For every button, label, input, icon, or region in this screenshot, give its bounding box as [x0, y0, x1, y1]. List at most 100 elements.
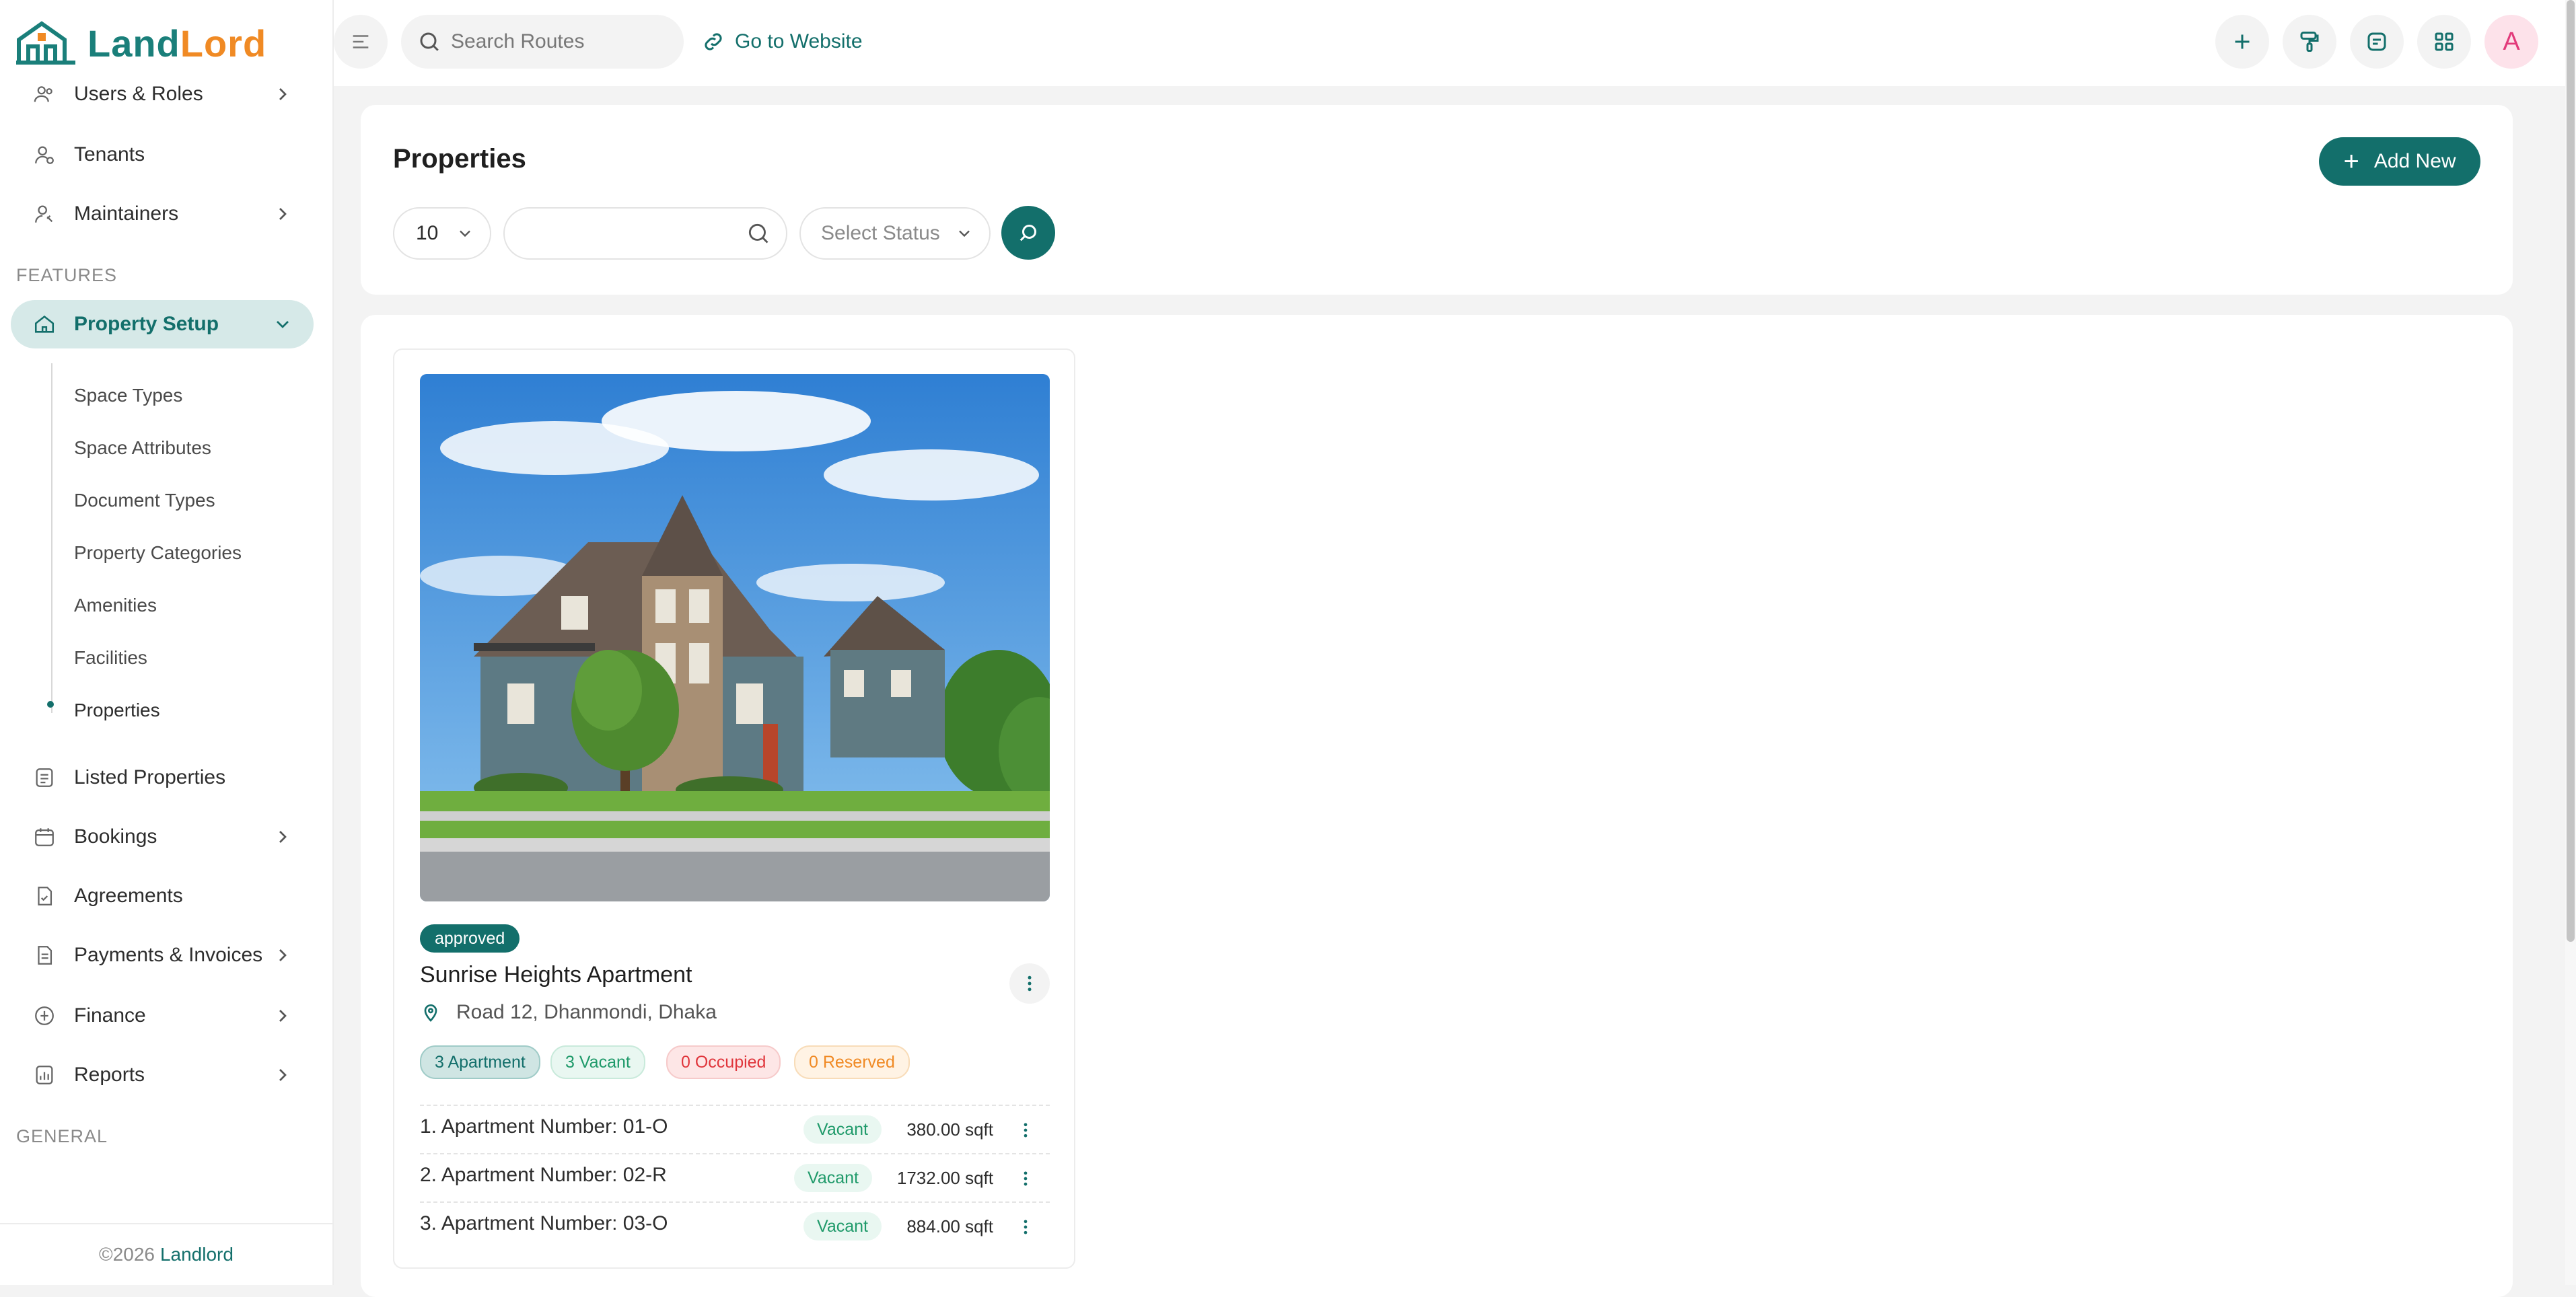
go-to-website-label: Go to Website: [735, 30, 863, 52]
notes-icon: [2367, 32, 2386, 51]
address-text: Road 12, Dhanmondi, Dhaka: [456, 1001, 717, 1023]
section-label-general: GENERAL: [16, 1126, 108, 1146]
more-vertical-icon: [1024, 1123, 1028, 1138]
header-card: [361, 105, 2513, 295]
property-photo[interactable]: [420, 374, 1050, 901]
unit-status-badge: Vacant: [803, 1212, 882, 1240]
sidebar-item-label: Listed Properties: [74, 766, 226, 788]
sidebar-item-listed-properties[interactable]: Listed Properties: [11, 753, 314, 802]
unit-size: 1732.00 sqft: [896, 1168, 993, 1188]
paint-roller-icon: [2300, 32, 2319, 52]
unit-status-badge: Vacant: [794, 1164, 872, 1192]
unit-size: 884.00 sqft: [906, 1216, 993, 1236]
page-title: Properties: [393, 144, 526, 174]
route-search-input[interactable]: Search Routes: [401, 15, 684, 69]
search-submit-button[interactable]: [1001, 206, 1055, 260]
sidebar-item-users-roles[interactable]: Users & Roles: [11, 70, 314, 118]
quick-add-button[interactable]: [2215, 15, 2269, 69]
chevron-right-icon: [279, 88, 287, 100]
location-pin-icon: [424, 1004, 437, 1022]
maintainer-icon: [31, 200, 58, 227]
sidebar-item-bookings[interactable]: Bookings: [11, 813, 314, 861]
apps-button[interactable]: [2417, 15, 2471, 69]
unit-actions-button[interactable]: [1012, 1214, 1039, 1240]
chevron-right-icon: [279, 208, 287, 220]
unit-actions-button[interactable]: [1012, 1117, 1039, 1144]
sidebar-item-label: Maintainers: [74, 202, 179, 225]
sidebar-item-label: Payments & Invoices: [74, 944, 263, 966]
submenu-item-amenities[interactable]: Amenities: [74, 595, 157, 616]
chevron-right-icon: [279, 949, 287, 961]
per-page-value: 10: [416, 222, 439, 244]
submenu-item-properties[interactable]: Properties: [74, 700, 160, 721]
unit-row[interactable]: 1. Apartment Number: 01-O Vacant 380.00 …: [420, 1105, 1050, 1154]
list-icon: [31, 764, 58, 791]
sidebar-item-payments-invoices[interactable]: Payments & Invoices: [11, 931, 314, 979]
grid-icon: [2435, 32, 2454, 51]
tenant-icon: [31, 141, 58, 168]
occupied-count-tag: 0 Occupied: [666, 1045, 781, 1079]
submenu-item-property-categories[interactable]: Property Categories: [74, 542, 242, 564]
submenu-item-space-attributes[interactable]: Space Attributes: [74, 437, 211, 459]
unit-actions-button[interactable]: [1012, 1165, 1039, 1192]
search-icon: [1019, 225, 1036, 242]
status-select[interactable]: Select Status: [799, 207, 991, 260]
sidebar: LandLord Users & Roles Tenants Maintaine…: [0, 0, 334, 1285]
users-icon: [31, 81, 58, 108]
submenu-item-space-types[interactable]: Space Types: [74, 385, 182, 406]
sidebar-item-property-setup[interactable]: Property Setup: [11, 300, 314, 348]
submenu-item-document-types[interactable]: Document Types: [74, 490, 215, 511]
status-badge: approved: [420, 924, 520, 953]
agreement-icon: [31, 883, 58, 910]
chevron-down-icon: [277, 321, 289, 328]
link-icon: [705, 33, 722, 50]
property-search-input[interactable]: [503, 207, 787, 260]
more-vertical-icon: [1024, 1171, 1028, 1186]
unit-row[interactable]: 2. Apartment Number: 02-R Vacant 1732.00…: [420, 1153, 1050, 1203]
unit-label: 1. Apartment Number: 01-O: [420, 1115, 668, 1138]
active-submenu-dot: [47, 701, 54, 708]
chevron-right-icon: [279, 1069, 287, 1081]
property-card[interactable]: approved Sunrise Heights Apartment Road …: [393, 348, 1075, 1269]
report-icon: [31, 1062, 58, 1088]
sidebar-item-tenants[interactable]: Tenants: [11, 131, 314, 179]
add-new-label: Add New: [2373, 150, 2456, 172]
user-avatar[interactable]: A: [2484, 15, 2538, 69]
sidebar-item-finance[interactable]: Finance: [11, 992, 314, 1040]
unit-row[interactable]: 3. Apartment Number: 03-O Vacant 884.00 …: [420, 1201, 1050, 1251]
submenu-item-facilities[interactable]: Facilities: [74, 647, 147, 669]
property-actions-button[interactable]: [1009, 963, 1050, 1004]
search-placeholder: Search Routes: [451, 30, 585, 52]
house-photo-illustration: [420, 374, 1050, 901]
copyright-text: ©2026: [99, 1244, 155, 1265]
theme-button[interactable]: [2283, 15, 2336, 69]
per-page-select[interactable]: 10: [393, 207, 491, 260]
plus-icon: [2235, 34, 2250, 49]
footer-brand-link[interactable]: Landlord: [160, 1244, 234, 1265]
section-label-features: FEATURES: [16, 265, 118, 285]
invoice-icon: [31, 942, 58, 969]
menu-toggle-button[interactable]: [334, 15, 388, 69]
page-scrollbar-thumb[interactable]: [2567, 0, 2575, 942]
sidebar-item-label: Tenants: [74, 143, 145, 165]
chevron-down-icon: [460, 230, 471, 237]
unit-status-badge: Vacant: [803, 1115, 882, 1144]
more-vertical-icon: [1028, 975, 1032, 992]
chevron-right-icon: [279, 1010, 287, 1022]
finance-icon: [31, 1002, 58, 1029]
add-new-button[interactable]: + Add New: [2319, 137, 2480, 186]
home-icon: [31, 311, 58, 338]
notes-button[interactable]: [2350, 15, 2404, 69]
vacant-count-tag: 3 Vacant: [550, 1045, 645, 1079]
sidebar-item-reports[interactable]: Reports: [11, 1051, 314, 1099]
sidebar-item-label: Finance: [74, 1004, 146, 1027]
sidebar-item-agreements[interactable]: Agreements: [11, 872, 314, 920]
go-to-website-link[interactable]: Go to Website: [701, 15, 863, 69]
property-name[interactable]: Sunrise Heights Apartment: [420, 962, 692, 988]
submenu-line: [51, 363, 52, 713]
brand-logo[interactable]: LandLord: [15, 16, 266, 70]
search-icon: [420, 32, 439, 51]
sidebar-item-maintainers[interactable]: Maintainers: [11, 190, 314, 238]
chevron-right-icon: [279, 831, 287, 843]
house-logo-icon: [16, 21, 75, 65]
